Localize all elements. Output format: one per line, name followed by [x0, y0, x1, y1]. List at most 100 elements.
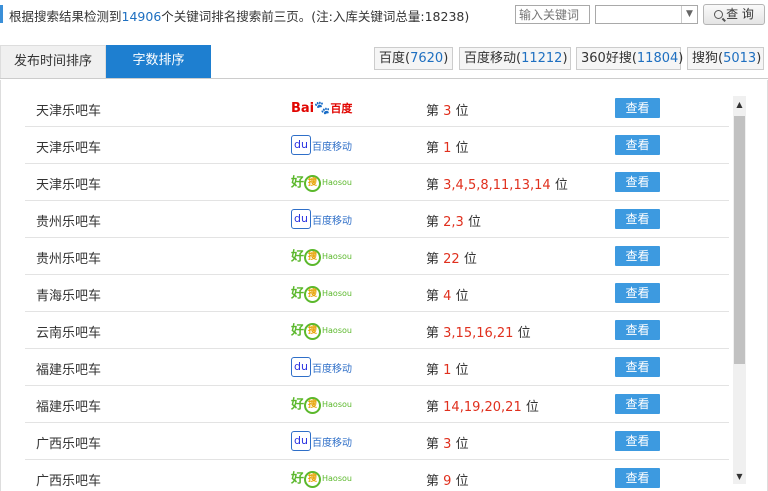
engine-count: 5013	[723, 51, 757, 66]
view-button[interactable]: 查看	[615, 357, 660, 377]
view-button[interactable]: 查看	[615, 468, 660, 488]
scroll-up-arrow-icon[interactable]: ▲	[733, 98, 746, 112]
baidu-mobile-logo-icon: du 百度移动	[291, 135, 355, 157]
engine-name: 搜狗	[692, 51, 719, 66]
engine-filter-haosou[interactable]: 360好搜(11804)	[576, 47, 683, 70]
baidu-paw-square-icon: du	[291, 357, 311, 377]
view-button[interactable]: 查看	[615, 209, 660, 229]
table-row: 福建乐吧车 好搜 Haosou 第 14,19,20,21 位 查看	[25, 386, 729, 423]
rank-suffix: 位	[455, 474, 469, 489]
scroll-down-arrow-icon[interactable]: ▼	[733, 470, 746, 484]
rank-text: 第 1 位	[426, 359, 469, 378]
chevron-down-icon[interactable]: ▼	[681, 6, 697, 23]
baidu-paw-square-icon: du	[291, 135, 311, 155]
rank-positions: 2,3	[443, 215, 464, 230]
rank-prefix: 第	[426, 178, 440, 193]
baidu-paw-square-icon: du	[291, 209, 311, 229]
haosou-logo-text: Haosou	[322, 178, 352, 187]
ranking-list-panel: 天津乐吧车 Bai🐾百度 第 3 位 查看 天津乐吧车 du 百度移动 第 1 位…	[0, 80, 768, 491]
rank-prefix: 第	[426, 252, 440, 267]
engine-filter-baidu[interactable]: 百度(7620)	[374, 47, 453, 70]
haosou-logo-icon: 好搜 Haosou	[291, 246, 355, 268]
view-button[interactable]: 查看	[615, 246, 660, 266]
view-button[interactable]: 查看	[615, 320, 660, 340]
rank-text: 第 3 位	[426, 433, 469, 452]
ranking-list: 天津乐吧车 Bai🐾百度 第 3 位 查看 天津乐吧车 du 百度移动 第 1 位…	[25, 90, 729, 491]
rank-prefix: 第	[426, 326, 440, 341]
table-row: 贵州乐吧车 du 百度移动 第 2,3 位 查看	[25, 201, 729, 238]
tab-word-count-sort[interactable]: 字数排序	[106, 45, 211, 78]
scrollbar-thumb[interactable]	[734, 116, 745, 364]
engine-filter-baidu-mobile[interactable]: 百度移动(11212)	[459, 47, 571, 70]
haosou-logo-icon: 好搜 Haosou	[291, 283, 355, 305]
engine-filter-select[interactable]: ▼	[595, 5, 698, 24]
rank-suffix: 位	[463, 252, 477, 267]
rank-text: 第 3,15,16,21 位	[426, 322, 531, 341]
rank-suffix: 位	[455, 437, 469, 452]
rank-prefix: 第	[426, 400, 440, 415]
rank-positions: 14,19,20,21	[443, 400, 522, 415]
engine-count: 11804	[636, 51, 679, 66]
rank-prefix: 第	[426, 104, 440, 119]
engine-name: 百度	[379, 51, 406, 66]
rank-positions: 3,15,16,21	[443, 326, 514, 341]
rank-positions: 1	[443, 141, 452, 156]
rank-suffix: 位	[455, 363, 469, 378]
haosou-logo-hao: 好	[291, 471, 305, 487]
haosou-magnifier-icon: 搜	[304, 174, 322, 192]
rank-suffix: 位	[467, 215, 481, 230]
haosou-logo-icon: 好搜 Haosou	[291, 320, 355, 342]
haosou-logo-icon: 好搜 Haosou	[291, 468, 355, 490]
summary-count: 14906	[121, 9, 162, 24]
haosou-logo-icon: 好搜 Haosou	[291, 394, 355, 416]
rank-positions: 3	[443, 437, 452, 452]
keyword-text: 贵州乐吧车	[36, 252, 102, 267]
rank-text: 第 9 位	[426, 470, 469, 489]
query-button[interactable]: 查 询	[703, 4, 765, 25]
baidu-mobile-logo-icon: du 百度移动	[291, 431, 355, 453]
rank-text: 第 1 位	[426, 137, 469, 156]
haosou-logo-hao: 好	[291, 323, 305, 339]
summary-text: 根据搜索结果检测到14906个关键词排名搜索前三页。(注:入库关键词总量:182…	[9, 6, 469, 25]
keyword-search-input[interactable]	[515, 5, 590, 24]
summary-prefix: 根据搜索结果检测到	[9, 9, 122, 24]
rank-prefix: 第	[426, 474, 440, 489]
table-row: 云南乐吧车 好搜 Haosou 第 3,15,16,21 位 查看	[25, 312, 729, 349]
keyword-text: 广西乐吧车	[36, 474, 102, 489]
keyword-text: 福建乐吧车	[36, 400, 102, 415]
haosou-logo-text: Haosou	[322, 400, 352, 409]
view-button[interactable]: 查看	[615, 98, 660, 118]
haosou-magnifier-icon: 搜	[304, 470, 322, 488]
engine-count: 7620	[410, 51, 444, 66]
rank-positions: 9	[443, 474, 452, 489]
rank-prefix: 第	[426, 363, 440, 378]
view-button[interactable]: 查看	[615, 283, 660, 303]
baidu-mobile-logo-text: 百度移动	[312, 215, 352, 227]
haosou-logo-hao: 好	[291, 249, 305, 265]
baidu-logo-icon: Bai🐾百度	[291, 98, 355, 120]
haosou-logo-icon: 好搜 Haosou	[291, 172, 355, 194]
rank-positions: 22	[443, 252, 460, 267]
tab-publish-time-sort[interactable]: 发布时间排序	[0, 45, 106, 78]
table-row: 贵州乐吧车 好搜 Haosou 第 22 位 查看	[25, 238, 729, 275]
search-icon	[714, 10, 724, 19]
view-button[interactable]: 查看	[615, 172, 660, 192]
view-button[interactable]: 查看	[615, 394, 660, 414]
view-button[interactable]: 查看	[615, 135, 660, 155]
rank-text: 第 14,19,20,21 位	[426, 396, 539, 415]
rank-positions: 3,4,5,8,11,13,14	[443, 178, 551, 193]
haosou-logo-hao: 好	[291, 397, 305, 413]
rank-suffix: 位	[525, 400, 539, 415]
keyword-text: 天津乐吧车	[36, 178, 102, 193]
rank-positions: 3	[443, 104, 452, 119]
view-button[interactable]: 查看	[615, 431, 660, 451]
rank-prefix: 第	[426, 141, 440, 156]
table-row: 广西乐吧车 du 百度移动 第 3 位 查看	[25, 423, 729, 460]
engine-filter-sogou[interactable]: 搜狗(5013)	[687, 47, 764, 70]
baidu-mobile-logo-text: 百度移动	[312, 363, 352, 375]
haosou-magnifier-icon: 搜	[304, 248, 322, 266]
haosou-logo-text: Haosou	[322, 474, 352, 483]
list-scrollbar[interactable]: ▲ ▼	[733, 96, 746, 484]
baidu-mobile-logo-icon: du 百度移动	[291, 209, 355, 231]
rank-text: 第 2,3 位	[426, 211, 481, 230]
